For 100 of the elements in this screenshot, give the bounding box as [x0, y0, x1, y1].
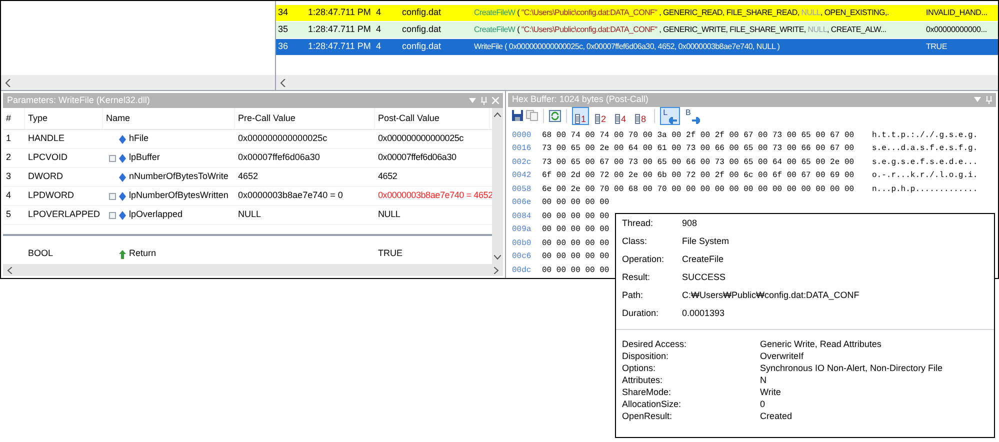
parameter-icon: [119, 192, 126, 200]
panel-title: Hex Buffer: 1024 bytes (Post-Call): [512, 93, 648, 106]
row-number: 3: [5, 170, 12, 184]
table-cell-text: config.dat: [401, 23, 442, 36]
row-number: 34: [277, 6, 290, 20]
field-value: CreateFile: [682, 253, 724, 266]
hex-bytes: 00 00 00 00 00: [542, 264, 610, 276]
field-label: OpenResult:: [622, 410, 674, 422]
close-icon[interactable]: [492, 97, 499, 104]
field-label: Attributes:: [622, 374, 664, 386]
expand-toggle[interactable]: [109, 192, 116, 200]
byte-order-button[interactable]: B: [682, 106, 703, 124]
table-cell-text: TRUE: [377, 247, 404, 260]
scroll-left-icon[interactable]: [5, 78, 11, 86]
hex-offset: 0016: [512, 143, 532, 155]
horizontal-scrollbar[interactable]: [276, 75, 998, 90]
table-cell-text: 0x00000000000...: [925, 24, 988, 36]
scroll-left-icon[interactable]: [280, 78, 286, 86]
field-label: Thread:: [622, 217, 654, 230]
table-cell-text: WriteFile ( 0x000000000000025c, 0x00007ffef6d06a30, 4652, 0x0000003b8ae7e740, NULL ): [473, 41, 781, 53]
field-value: Write: [760, 386, 781, 398]
save-icon[interactable]: [512, 110, 523, 121]
hex-bytes: 6f 00 2d 00 72 00 2e 00 6b 00 72 00 2f 00 6c 00 6f 00 67 00 69 00: [542, 170, 856, 182]
field-label: Options:: [622, 362, 657, 374]
field-label: AllocationSize:: [622, 398, 682, 410]
field-label: Desired Access:: [622, 338, 688, 350]
column-header[interactable]: Post-Call Value: [375, 108, 490, 129]
hex-ascii: n...p.h.p.............: [872, 184, 978, 196]
panel-title: Parameters: WriteFile (Kernel32.dll): [7, 94, 150, 107]
column-header[interactable]: Type: [25, 108, 103, 129]
table-cell-text: TRUE: [925, 41, 948, 53]
hex-bytes: 00 00 00 00 00: [542, 224, 610, 236]
parameter-icon: [119, 210, 126, 220]
parameter-icon: [119, 134, 126, 144]
dropdown-icon[interactable]: [469, 98, 476, 103]
field-value: SUCCESS: [682, 271, 726, 284]
row-number: 2: [5, 151, 12, 164]
horizontal-scrollbar[interactable]: [1, 75, 275, 90]
column-header[interactable]: Name: [103, 108, 235, 129]
table-cell-text: 1:28:47.711 PM: [307, 6, 372, 20]
field-value: 0.0001393: [682, 307, 725, 320]
byte-width-button[interactable]: 1: [572, 106, 590, 124]
table-cell-text: CreateFileW ( "C:\Users\Public\config.dat:DATA_CONF" , GENERIC_READ, FILE_SHARE_READ, NULL, OPEN_EXISTING,.: [473, 7, 890, 19]
hex-bytes: 73 00 65 00 2e 00 64 00 61 00 73 00 66 00 65 00 73 00 66 00 67 00: [542, 143, 856, 155]
hex-offset: 009a: [512, 224, 532, 236]
field-value: 0: [760, 398, 766, 410]
hex-offset: 00c6: [512, 251, 532, 263]
page-icon: [615, 114, 620, 124]
refresh-icon[interactable]: [549, 110, 561, 122]
pin-icon[interactable]: [481, 96, 487, 104]
field-label: Disposition:: [622, 350, 670, 362]
expand-toggle[interactable]: [109, 154, 116, 162]
field-value: C:₩Users₩Public₩config.dat:DATA_CONF: [682, 289, 860, 302]
column-header[interactable]: #: [3, 108, 25, 129]
scroll-up-icon[interactable]: [494, 112, 501, 117]
hex-bytes: 00 00 00 00 00: [542, 197, 610, 209]
field-label: Duration:: [622, 307, 660, 320]
hex-bytes: 68 00 74 00 74 00 70 00 3a 00 2f 00 2f 00 67 00 73 00 65 00 67 00: [542, 130, 856, 142]
byte-width-button[interactable]: 4: [612, 106, 630, 124]
scroll-right-icon[interactable]: [494, 266, 499, 274]
byte-width-button[interactable]: 2: [592, 106, 610, 124]
dropdown-icon[interactable]: [974, 97, 981, 102]
byte-width-button[interactable]: 8: [632, 106, 650, 124]
field-value: Synchronous IO Non-Alert, Non-Directory File: [760, 362, 943, 374]
page-icon: [595, 114, 600, 124]
field-value: Generic Write, Read Attributes: [760, 338, 882, 350]
parameter-icon: [119, 154, 126, 162]
field-label: Result:: [622, 271, 652, 284]
table-cell-text: DWORD: [27, 170, 64, 184]
table-cell-text: 0x000000000000025c: [377, 132, 464, 146]
api-call-row[interactable]: 35 1:28:47.711 PM 4 config.dat CreateFileW ( "C:\Users\Public\config.dat:DATA_CONF" , GENERIC_WRITE, FILE_SHARE_WRITE, NULL, CREATE_ALW... 0x00000000000...: [276, 22, 998, 39]
row-number: 4: [5, 189, 12, 202]
row-number: 35: [277, 23, 290, 36]
table-cell-text: NULL: [237, 208, 262, 222]
hex-offset: 0042: [512, 170, 532, 182]
expand-toggle[interactable]: [109, 212, 116, 218]
table-cell-text: HANDLE: [27, 132, 66, 146]
arrow-right-icon: [692, 116, 700, 124]
api-call-row[interactable]: 36 1:28:47.711 PM 4 config.dat WriteFile ( 0x000000000000025c, 0x00007ffef6d06a30, 4652, 0x0000003b8ae7e740, NULL ) TRUE: [276, 39, 998, 56]
field-label: ShareMode:: [622, 386, 672, 398]
table-cell-text: Return: [129, 247, 156, 260]
scroll-left-icon[interactable]: [7, 266, 12, 274]
table-cell-text: 4652: [377, 170, 398, 184]
table-cell-text: hFile: [129, 132, 149, 146]
scroll-down-icon[interactable]: [494, 255, 501, 260]
byte-order-button[interactable]: L: [660, 106, 680, 124]
page-icon: [635, 114, 640, 124]
row-number: 5: [5, 208, 12, 222]
pin-icon[interactable]: [986, 96, 992, 104]
column-header[interactable]: Pre-Call Value: [235, 108, 375, 129]
field-value: Created: [760, 410, 792, 422]
horizontal-scrollbar[interactable]: [3, 264, 503, 276]
field-value: N: [760, 374, 766, 386]
parameter-icon: [119, 172, 126, 182]
table-cell-text: config.dat: [401, 40, 442, 54]
api-call-row[interactable]: 34 1:28:47.711 PM 4 config.dat CreateFileW ( "C:\Users\Public\config.dat:DATA_CONF" , GENERIC_READ, FILE_SHARE_READ, NULL, OPEN_EXISTING,. INVALID_HAND...: [276, 5, 998, 22]
table-cell-text: lpBuffer: [129, 151, 160, 164]
field-value: File System: [682, 235, 730, 248]
vertical-scrollbar[interactable]: [492, 108, 503, 264]
page-icon: [575, 114, 580, 124]
